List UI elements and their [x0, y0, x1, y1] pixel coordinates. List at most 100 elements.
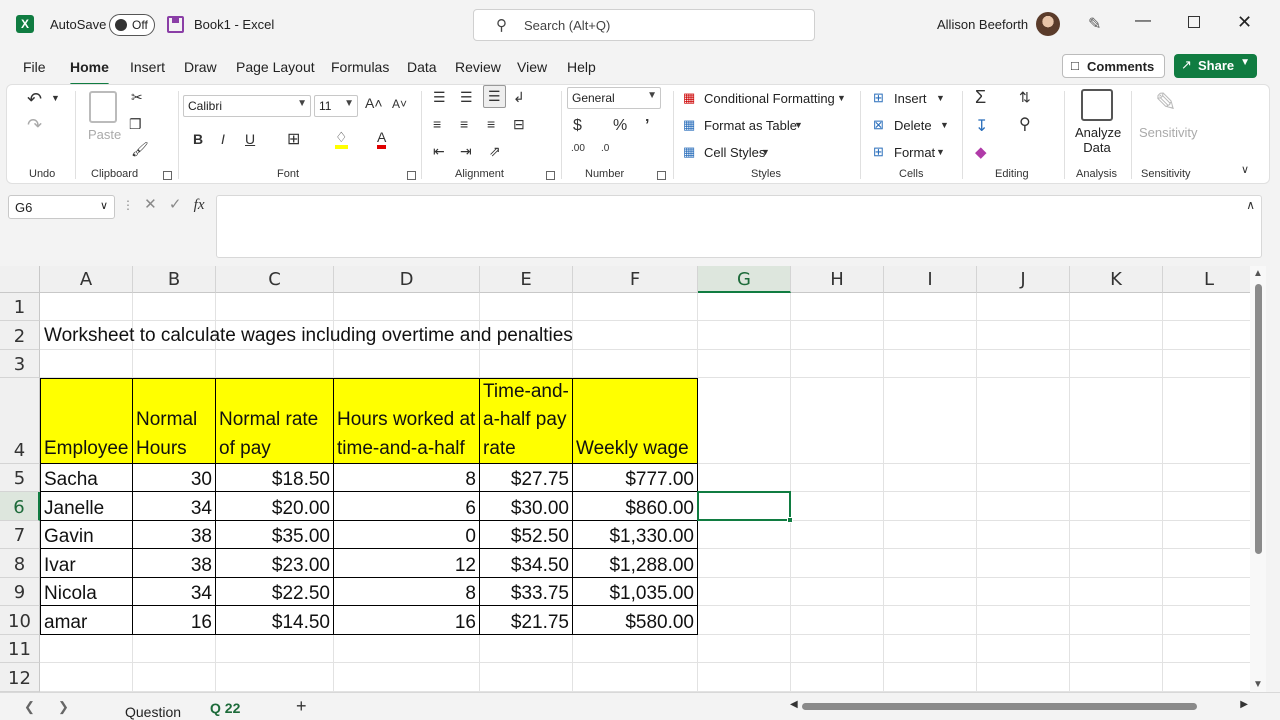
align-left-icon[interactable]: ≡: [433, 116, 441, 132]
decrease-decimal-icon[interactable]: .0: [601, 143, 609, 154]
chevron-down-icon[interactable]: ▼: [794, 120, 803, 130]
tab-data[interactable]: Data: [407, 59, 437, 75]
fill-color-icon[interactable]: ♢: [335, 129, 348, 149]
column-header-f[interactable]: F: [573, 266, 698, 293]
sheet-tab-q22[interactable]: Q 22: [210, 700, 240, 716]
cell-overtime-rate[interactable]: $33.75: [480, 578, 573, 606]
cell-weekly-wage[interactable]: $1,288.00: [573, 549, 698, 578]
percent-icon[interactable]: %: [613, 117, 627, 135]
clipboard-launcher-icon[interactable]: [163, 171, 172, 180]
cell-normal-hours[interactable]: 30: [133, 464, 216, 492]
redo-icon[interactable]: ↷: [27, 115, 42, 136]
active-cell[interactable]: [697, 491, 793, 523]
cell-normal-rate[interactable]: $14.50: [216, 606, 334, 635]
header-overtime-rate[interactable]: Time-and-a-half pay rate: [480, 378, 573, 464]
enter-icon[interactable]: ✓: [169, 196, 182, 213]
decrease-indent-icon[interactable]: ⇤: [433, 143, 445, 160]
header-normal-hours[interactable]: Normal Hours: [133, 378, 216, 464]
tab-draw[interactable]: Draw: [184, 59, 217, 75]
clear-icon[interactable]: ◆: [975, 143, 987, 161]
increase-decimal-icon[interactable]: .00: [571, 143, 585, 154]
analyze-data-button[interactable]: Analyze Data: [1075, 125, 1121, 155]
copy-icon[interactable]: ❐: [129, 116, 142, 133]
align-bottom-icon[interactable]: ☰: [483, 85, 506, 108]
scroll-thumb[interactable]: [802, 703, 1197, 710]
italic-icon[interactable]: I: [221, 131, 225, 147]
header-weekly-wage[interactable]: Weekly wage: [573, 378, 698, 464]
align-top-icon[interactable]: ☰: [433, 89, 446, 106]
font-name-select[interactable]: Calibri ▼: [183, 95, 311, 117]
column-header-l[interactable]: L: [1163, 266, 1250, 293]
paste-button[interactable]: Paste: [88, 127, 121, 142]
formula-input[interactable]: ∧: [216, 195, 1262, 258]
autosave-toggle[interactable]: Off: [109, 14, 155, 36]
conditional-formatting-button[interactable]: Conditional Formatting: [704, 91, 835, 106]
borders-icon[interactable]: ⊞: [287, 129, 300, 149]
column-header-j[interactable]: J: [977, 266, 1070, 293]
tab-formulas[interactable]: Formulas: [331, 59, 389, 75]
cut-icon[interactable]: ✂: [131, 89, 143, 106]
close-button[interactable]: ✕: [1237, 12, 1252, 33]
cell-overtime-rate[interactable]: $52.50: [480, 521, 573, 549]
save-icon[interactable]: [167, 16, 184, 33]
row-header-8[interactable]: 8: [0, 549, 40, 578]
tab-page-layout[interactable]: Page Layout: [236, 59, 315, 75]
column-header-e[interactable]: E: [480, 266, 573, 293]
format-cells-button[interactable]: Format: [894, 145, 935, 160]
cell-weekly-wage[interactable]: $777.00: [573, 464, 698, 492]
format-painter-icon[interactable]: 🖌: [131, 141, 149, 158]
row-header-2[interactable]: 2: [0, 321, 40, 350]
column-header-i[interactable]: I: [884, 266, 977, 293]
column-header-d[interactable]: D: [334, 266, 480, 293]
column-header-b[interactable]: B: [133, 266, 216, 293]
wrap-text-icon[interactable]: ↲: [513, 89, 525, 106]
collapse-formula-icon[interactable]: ∧: [1246, 198, 1255, 212]
row-header-10[interactable]: 10: [0, 606, 40, 635]
underline-icon[interactable]: U: [245, 131, 255, 147]
number-format-select[interactable]: General ▼: [567, 87, 661, 109]
cell-employee-name[interactable]: amar: [40, 606, 133, 635]
cell-overtime-hours[interactable]: 8: [334, 464, 480, 492]
cell-normal-rate[interactable]: $22.50: [216, 578, 334, 606]
cell-employee-name[interactable]: Sacha: [40, 464, 133, 492]
worksheet-grid[interactable]: A B C D E F G H I J K L 1 2 3 4 5 6 7 8 9 10 11 12 Worksheet to …: [0, 266, 1250, 692]
chevron-down-icon[interactable]: ▼: [936, 147, 945, 157]
cell-normal-rate[interactable]: $20.00: [216, 492, 334, 521]
cell-normal-hours[interactable]: 34: [133, 492, 216, 521]
user-name[interactable]: Allison Beeforth: [937, 17, 1028, 32]
header-normal-rate[interactable]: Normal rate of pay: [216, 378, 334, 464]
row-header-11[interactable]: 11: [0, 635, 40, 663]
cell-normal-rate[interactable]: $35.00: [216, 521, 334, 549]
column-header-a[interactable]: A: [40, 266, 133, 293]
insert-cells-button[interactable]: Insert: [894, 91, 927, 106]
column-header-h[interactable]: H: [791, 266, 884, 293]
cell-overtime-hours[interactable]: 12: [334, 549, 480, 578]
search-input[interactable]: ⚲ Search (Alt+Q): [473, 9, 815, 41]
row-header-6[interactable]: 6: [0, 492, 40, 521]
scroll-left-icon[interactable]: ◀: [790, 699, 798, 710]
merge-center-icon[interactable]: ⊟: [513, 116, 525, 133]
tab-insert[interactable]: Insert: [130, 59, 165, 75]
cell-normal-rate[interactable]: $18.50: [216, 464, 334, 492]
chevron-down-icon[interactable]: ▼: [837, 93, 846, 103]
tab-review[interactable]: Review: [455, 59, 501, 75]
cell-overtime-rate[interactable]: $21.75: [480, 606, 573, 635]
header-overtime-hours[interactable]: Hours worked at time-and-a-half: [334, 378, 480, 464]
cell-normal-hours[interactable]: 38: [133, 549, 216, 578]
cell-styles-button[interactable]: Cell Styles: [704, 145, 765, 160]
scroll-thumb[interactable]: [1255, 284, 1262, 554]
cell-overtime-rate[interactable]: $30.00: [480, 492, 573, 521]
tab-help[interactable]: Help: [567, 59, 596, 75]
sensitivity-button[interactable]: Sensitivity: [1139, 125, 1198, 140]
cell-employee-name[interactable]: Janelle: [40, 492, 133, 521]
maximize-button[interactable]: [1188, 16, 1200, 28]
decrease-font-icon[interactable]: A˅: [392, 97, 407, 111]
chevron-down-icon[interactable]: ▼: [940, 120, 949, 130]
vertical-scrollbar[interactable]: ▲ ▼: [1250, 266, 1266, 692]
currency-icon[interactable]: $: [573, 117, 582, 135]
font-color-icon[interactable]: A: [377, 129, 387, 149]
select-all-button[interactable]: [0, 266, 40, 293]
font-size-select[interactable]: 11 ▼: [314, 95, 358, 117]
chevron-down-icon[interactable]: ▼: [761, 147, 770, 157]
row-header-1[interactable]: 1: [0, 293, 40, 321]
